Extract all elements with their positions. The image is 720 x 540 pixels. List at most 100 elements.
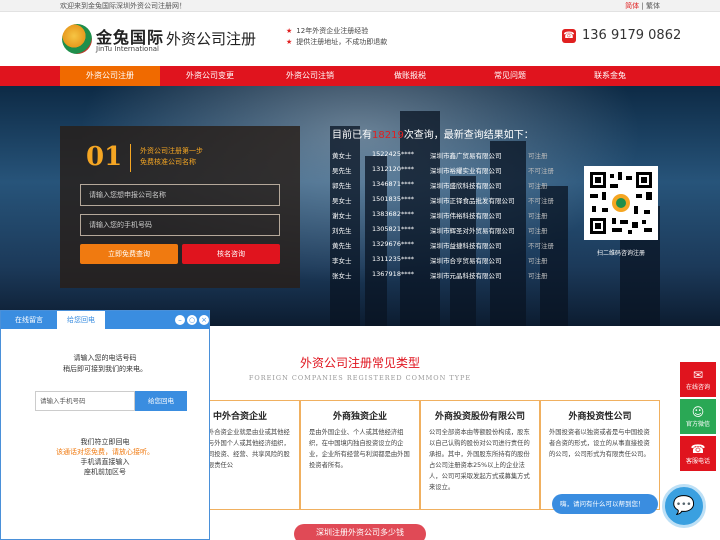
- slogan-2-text: 提供注册地址，不成功即退款: [296, 38, 388, 46]
- type-card-joint-stock[interactable]: 外商投资股份有限公司 公司全部资本由等额股份构成，股东以自己认购的股份对公司进行…: [420, 400, 540, 510]
- tab-leave-message[interactable]: 在线留言: [1, 311, 57, 329]
- step-text: 外资公司注册第一步 免费核准公司名称: [140, 146, 203, 168]
- nav-item-cancel[interactable]: 外资公司注销: [260, 66, 360, 86]
- result-phone: 1522425****: [372, 150, 414, 158]
- rabbit-logo-icon[interactable]: [62, 24, 92, 54]
- card-body: 是由外国企业、个人或其他经济组织，在中国境内独自投资设立的企业，企业所有经营与利…: [309, 429, 410, 469]
- lang-simplified-link[interactable]: 简体: [625, 2, 639, 10]
- result-company: 深圳市盛欣科技有限公司: [430, 182, 502, 190]
- card-title: 外商独资企业: [332, 412, 387, 422]
- result-company: 深圳市合亨贸易有限公司: [430, 257, 502, 265]
- query-result-row: 黄先生 1329676**** 深圳市益捷科技有限公司 不可注册: [332, 240, 588, 255]
- chat-greeting-bubble[interactable]: 嗨，请问有什么可以帮到您！: [552, 494, 658, 514]
- result-name: 刘先生: [332, 227, 352, 235]
- result-company: 深圳市辉圣对外贸易有限公司: [430, 227, 515, 235]
- result-company: 深圳市益捷科技有限公司: [430, 242, 502, 250]
- step-text-line-2: 免费核准公司名称: [140, 158, 196, 166]
- query-result-row: 刘先生 1305821**** 深圳市辉圣对外贸易有限公司 可注册: [332, 225, 588, 240]
- query-count: 18219: [372, 130, 404, 141]
- nav-item-change[interactable]: 外资公司变更: [160, 66, 260, 86]
- nav-item-accounting[interactable]: 做账报税: [360, 66, 460, 86]
- qr-code: [584, 166, 658, 240]
- result-name: 张女士: [332, 272, 352, 280]
- free-query-button[interactable]: 立即免费查询: [80, 244, 178, 264]
- result-status: 可注册: [528, 182, 548, 190]
- result-status: 不可注册: [528, 197, 554, 205]
- result-phone: 1501835****: [372, 195, 414, 203]
- result-status: 可注册: [528, 257, 548, 265]
- result-status: 可注册: [528, 227, 548, 235]
- nav-item-register[interactable]: 外资公司注册: [60, 66, 160, 86]
- callback-button[interactable]: 给您回电: [135, 391, 187, 411]
- card-title: 外商投资股份有限公司: [434, 412, 525, 422]
- note-line-1: 我们符立即回电: [80, 438, 130, 446]
- callback-notes: 我们符立即回电 该通话对您免费，请放心接听。 手机请直接输入 座机前加区号: [1, 437, 209, 477]
- tab-callback[interactable]: 给您回电: [57, 311, 105, 329]
- card-title: 外商投资性公司: [568, 412, 632, 422]
- query-result-row: 吴女士 1501835**** 深圳市正铎食品批发有限公司 不可注册: [332, 195, 588, 210]
- lang-traditional-link[interactable]: 繁体: [646, 2, 660, 10]
- result-status: 不可注册: [528, 242, 554, 250]
- name-check-form: 01 外资公司注册第一步 免费核准公司名称 请输入您想申报公司名称 请输入您的手…: [60, 126, 300, 288]
- qr-code-icon: [588, 170, 654, 236]
- result-company: 深圳市伟裕科技有限公司: [430, 212, 502, 220]
- nav-item-faq[interactable]: 常见问题: [460, 66, 560, 86]
- chat-icon: ✉: [692, 368, 704, 382]
- wechat-icon: ☺: [691, 405, 705, 419]
- result-company: 深圳市正铎食品批发有限公司: [430, 197, 515, 205]
- side-label: 官方微信: [685, 421, 710, 428]
- prompt-line-1: 请输入您的电话号码: [73, 354, 137, 362]
- slogan-1-text: 12年外资企业注册经验: [296, 27, 369, 35]
- company-name-input[interactable]: 请输入您想申报公司名称: [80, 184, 280, 206]
- cost-button[interactable]: 深圳注册外资公司多少钱: [294, 524, 426, 540]
- nav-item-contact[interactable]: 联系金兔: [560, 66, 660, 86]
- star-icon: ★: [286, 38, 293, 46]
- close-icon[interactable]: ×: [199, 315, 209, 325]
- query-result-row: 郭先生 1346871**** 深圳市盛欣科技有限公司 可注册: [332, 180, 588, 195]
- result-name: 黄女士: [332, 152, 352, 160]
- type-card-wfoe[interactable]: 外商独资企业 是由外国企业、个人或其他经济组织，在中国境内独自投资设立的企业，企…: [300, 400, 420, 510]
- callback-prompt: 请输入您的电话号码 稍后即可接到我们的来电。: [1, 353, 209, 375]
- top-bar: 欢迎来到金兔国际深圳外资公司注册网！ 简体 | 繁体: [0, 0, 720, 12]
- note-line-3: 手机请直接输入: [80, 458, 130, 466]
- result-phone: 1383682****: [372, 210, 414, 218]
- side-hotline[interactable]: ☎ 客服电话: [680, 436, 716, 472]
- result-name: 谢女士: [332, 212, 352, 220]
- card-body: 外国投资者以独资或者是与中国投资者合资的形式，设立的从事直接投资的公司，公司形式…: [549, 429, 650, 458]
- result-company: 深圳市鑫广贸易有限公司: [430, 152, 502, 160]
- step-divider: [130, 144, 131, 172]
- phone-icon: ☎: [690, 442, 706, 456]
- result-name: 吴先生: [332, 167, 352, 175]
- query-result-row: 黄女士 1522425**** 深圳市鑫广贸易有限公司 可注册: [332, 150, 588, 165]
- lang-sep: |: [641, 2, 644, 10]
- result-company: 深圳市裕耀实业有限公司: [430, 167, 502, 175]
- side-label: 客服电话: [685, 458, 710, 465]
- hero-banner: 01 外资公司注册第一步 免费核准公司名称 请输入您想申报公司名称 请输入您的手…: [0, 86, 720, 326]
- hotline-number[interactable]: 136 9179 0862: [582, 28, 681, 43]
- query-heading-prefix: 目前已有: [332, 130, 372, 141]
- side-online-consult[interactable]: ✉ 在线咨询: [680, 362, 716, 398]
- result-name: 吴女士: [332, 197, 352, 205]
- result-phone: 1346871****: [372, 180, 414, 188]
- chat-bubble-icon[interactable]: 💬: [662, 484, 706, 528]
- phone-input[interactable]: 请输入您的手机号码: [80, 214, 280, 236]
- result-company: 深圳市元晶科技有限公司: [430, 272, 502, 280]
- expand-icon[interactable]: ○: [187, 315, 197, 325]
- language-switch: 简体 | 繁体: [625, 1, 660, 11]
- prompt-line-2: 稍后即可接到我们的来电。: [63, 365, 147, 373]
- name-consult-button[interactable]: 核名咨询: [182, 244, 280, 264]
- result-status: 可注册: [528, 152, 548, 160]
- query-heading-suffix: 次查询，最新查询结果如下：: [403, 130, 534, 141]
- side-wechat[interactable]: ☺ 官方微信: [680, 399, 716, 435]
- welcome-text: 欢迎来到金兔国际深圳外资公司注册网！: [60, 2, 186, 10]
- logo-english-text: JinTu International: [96, 45, 159, 53]
- result-phone: 1305821****: [372, 225, 414, 233]
- phone-icon: ☎: [562, 29, 576, 43]
- result-name: 黄先生: [332, 242, 352, 250]
- result-phone: 1329676****: [372, 240, 414, 248]
- slogan-1: ★ 12年外资企业注册经验: [286, 26, 387, 37]
- callback-phone-input[interactable]: 请输入手机号码: [35, 391, 135, 411]
- result-phone: 1312120****: [372, 165, 414, 173]
- side-label: 在线咨询: [685, 384, 710, 391]
- minimize-icon[interactable]: –: [175, 315, 185, 325]
